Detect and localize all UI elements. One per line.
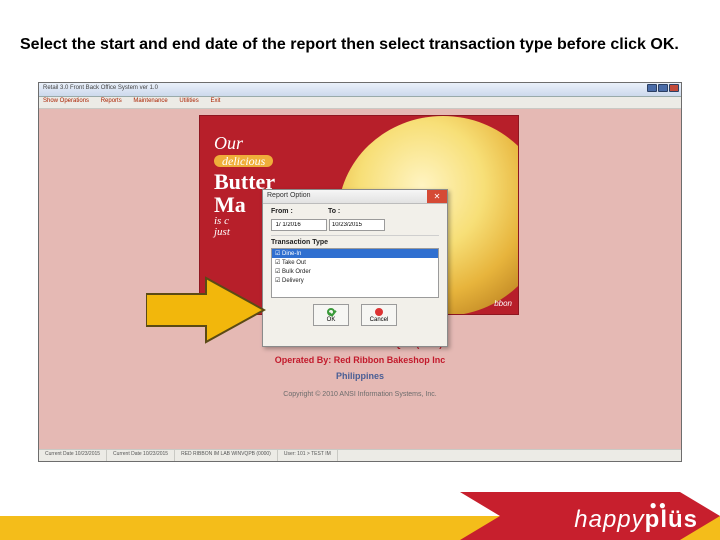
dialog-close-button[interactable]: ✕ bbox=[427, 190, 447, 203]
menu-item[interactable]: Utilities bbox=[179, 98, 198, 104]
poster-badge: delicious bbox=[214, 155, 273, 168]
check-icon bbox=[327, 308, 335, 316]
list-item[interactable]: ☑ Delivery bbox=[272, 276, 438, 285]
brand-word-b: plüs bbox=[645, 506, 698, 533]
poster-brand: bbon bbox=[494, 299, 512, 308]
statusbar: Current Date 10/23/2015 Current Date 10/… bbox=[39, 449, 681, 461]
menu-item[interactable]: Exit bbox=[210, 98, 220, 104]
dialog-title: Report Option bbox=[267, 192, 311, 199]
from-date-input[interactable] bbox=[271, 219, 327, 231]
brand-word-a: happy bbox=[574, 506, 644, 533]
cancel-label: Cancel bbox=[370, 317, 389, 323]
status-cell: User: 101 > TEST IM bbox=[278, 450, 338, 461]
poster-line: Our bbox=[214, 134, 275, 153]
cancel-icon bbox=[375, 308, 383, 316]
transaction-type-list[interactable]: ☑ Dine-In ☑ Take Out ☑ Bulk Order ☑ Deli… bbox=[271, 248, 439, 298]
to-date-input[interactable] bbox=[329, 219, 385, 231]
cancel-button[interactable]: Cancel bbox=[361, 304, 397, 326]
close-button[interactable] bbox=[669, 84, 679, 92]
callout-arrow-icon bbox=[146, 274, 266, 346]
window-title: Retail 3.0 Front Back Office System ver … bbox=[43, 85, 158, 91]
titlebar: Retail 3.0 Front Back Office System ver … bbox=[39, 83, 681, 97]
transaction-type-label: Transaction Type bbox=[271, 235, 439, 246]
dialog-titlebar: Report Option ✕ bbox=[263, 190, 447, 204]
menubar: Show Operations Reports Maintenance Util… bbox=[39, 97, 681, 109]
list-item[interactable]: ☑ Dine-In bbox=[272, 249, 438, 258]
menu-item[interactable]: Maintenance bbox=[133, 98, 167, 104]
menu-item[interactable]: Reports bbox=[101, 98, 122, 104]
maximize-button[interactable] bbox=[658, 84, 668, 92]
copyright: Copyright © 2010 ANSI Information System… bbox=[39, 391, 681, 398]
window-buttons bbox=[647, 84, 679, 92]
to-label: To : bbox=[328, 208, 368, 215]
country: Philippines bbox=[39, 371, 681, 381]
ok-button[interactable]: OK bbox=[313, 304, 349, 326]
menu-item[interactable]: Show Operations bbox=[43, 98, 89, 104]
list-item[interactable]: ☑ Take Out bbox=[272, 258, 438, 267]
brand-logo: happyplüs bbox=[574, 506, 698, 534]
dialog-body: From : To : Transaction Type ☑ Dine-In ☑… bbox=[263, 204, 447, 330]
from-label: From : bbox=[271, 208, 326, 215]
status-cell: Current Date 10/23/2015 bbox=[107, 450, 175, 461]
status-cell: RED RIBBON IM LAB WINVQPB (0000) bbox=[175, 450, 278, 461]
minimize-button[interactable] bbox=[647, 84, 657, 92]
ok-label: OK bbox=[327, 317, 336, 323]
instruction-text: Select the start and end date of the rep… bbox=[20, 35, 700, 56]
store-info: RED RIBBON IM LAB WINVQPB (0000) Operate… bbox=[39, 339, 681, 398]
list-item[interactable]: ☑ Bulk Order bbox=[272, 267, 438, 276]
report-option-dialog: Report Option ✕ From : To : Transaction … bbox=[262, 189, 448, 347]
operated-by: Operated By: Red Ribbon Bakeshop Inc bbox=[39, 355, 681, 365]
status-cell: Current Date 10/23/2015 bbox=[39, 450, 107, 461]
slide-footer: ●● happyplüs bbox=[0, 492, 720, 540]
